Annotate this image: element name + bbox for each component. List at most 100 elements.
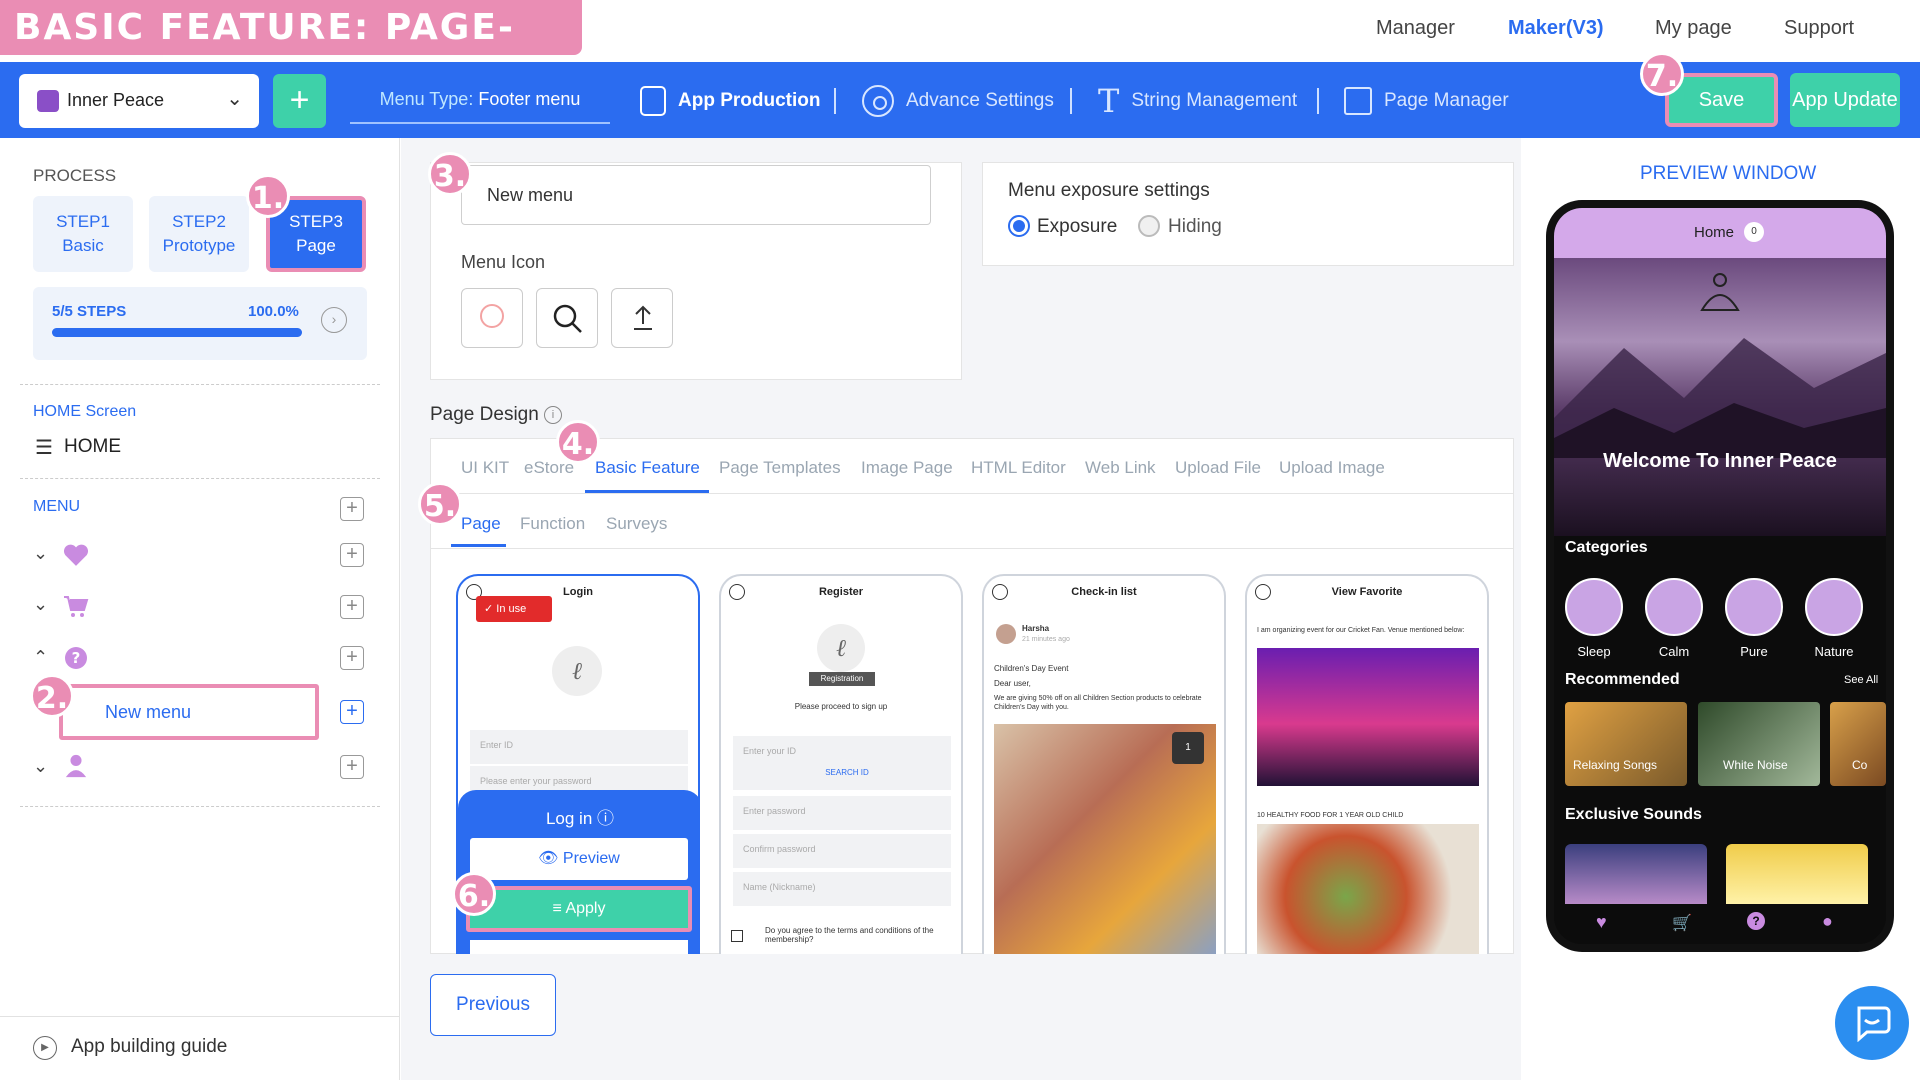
divider: [20, 806, 380, 807]
page-design-label: Page Design: [430, 404, 539, 425]
heart-sun-icon: [1725, 578, 1783, 636]
chat-icon: [1857, 1006, 1891, 1042]
info-icon[interactable]: i: [544, 406, 562, 424]
new-menu-label: New menu: [105, 702, 192, 722]
tab-ui-kit[interactable]: UI KIT: [461, 458, 509, 478]
app-production-tab[interactable]: App Production: [640, 84, 820, 118]
heart-icon[interactable]: ♥: [1596, 912, 1607, 933]
previous-button[interactable]: Previous: [430, 974, 556, 1036]
step-subtitle: Prototype: [162, 236, 236, 255]
add-app-button[interactable]: +: [273, 74, 326, 128]
tab-basic-feature[interactable]: Basic Feature: [595, 458, 700, 478]
tab-web-link[interactable]: Web Link: [1085, 458, 1156, 478]
exclusive-item[interactable]: [1726, 844, 1868, 904]
string-management-tab[interactable]: T String Management: [1098, 82, 1297, 120]
no-icon-option[interactable]: [461, 288, 523, 348]
tab-page-templates[interactable]: Page Templates: [719, 458, 841, 478]
app-building-guide[interactable]: App building guide: [71, 1036, 227, 1058]
register-name-field: Name (Nickname): [733, 872, 951, 906]
nav-support[interactable]: Support: [1784, 17, 1854, 40]
recommended-label: Recommended: [1565, 671, 1680, 688]
rec-item[interactable]: Co: [1830, 702, 1886, 786]
signature-logo: ℓ: [817, 624, 865, 672]
cart-icon[interactable]: 🛒: [1672, 913, 1692, 933]
apply-button[interactable]: ≡ Apply: [466, 886, 692, 932]
page-manager-tab[interactable]: Page Manager: [1344, 84, 1509, 118]
avatar: [996, 624, 1016, 644]
category-pure[interactable]: Pure: [1724, 578, 1784, 659]
app-select[interactable]: Inner Peace ⌄: [19, 74, 259, 128]
rec-item[interactable]: Relaxing Songs: [1565, 702, 1687, 786]
category-label: Calm: [1658, 644, 1690, 659]
menu-type-label: Menu Type:: [379, 89, 474, 109]
app-update-button[interactable]: App Update: [1790, 73, 1900, 127]
exclusive-item[interactable]: [1565, 844, 1707, 904]
add-menu-icon[interactable]: +: [340, 497, 364, 521]
rec-item[interactable]: White Noise: [1698, 702, 1820, 786]
user-icon[interactable]: ●: [1822, 911, 1833, 932]
step1-button[interactable]: STEP1 Basic: [33, 196, 133, 272]
subtab-function[interactable]: Function: [520, 514, 585, 534]
home-menu-item[interactable]: HOME: [64, 436, 121, 458]
template-checkin-card[interactable]: Check-in list Harsha 21 minutes ago Chil…: [982, 574, 1226, 954]
add-submenu-icon[interactable]: +: [340, 595, 364, 619]
category-nature[interactable]: Nature: [1804, 578, 1864, 659]
chevron-down-icon[interactable]: ⌄: [33, 543, 48, 564]
advance-settings-tab[interactable]: Advance Settings: [862, 84, 1054, 118]
chevron-down-icon: ⌄: [226, 88, 243, 110]
post-body: We are giving 50% off on all Children Se…: [994, 695, 1202, 711]
template-title: View Favorite: [1331, 586, 1403, 598]
add-submenu-icon[interactable]: +: [340, 755, 364, 779]
chevron-right-icon[interactable]: ›: [321, 307, 347, 333]
login-id-field: Enter ID: [470, 730, 688, 764]
help-icon[interactable]: ?: [1747, 912, 1765, 930]
chevron-down-icon[interactable]: ⌄: [33, 594, 48, 615]
signature-logo: ℓ: [552, 646, 602, 696]
tab-image-page[interactable]: Image Page: [861, 458, 953, 478]
chevron-down-icon[interactable]: ⌄: [33, 756, 48, 777]
template-register-card[interactable]: Register ℓ Registration Please proceed t…: [719, 574, 963, 954]
add-submenu-icon[interactable]: +: [340, 700, 364, 724]
tab-html-editor[interactable]: HTML Editor: [971, 458, 1066, 478]
template-title: Check-in list: [1071, 586, 1137, 598]
divider: [1317, 88, 1319, 114]
in-use-badge: ✓ In use: [476, 596, 552, 622]
category-sleep[interactable]: Sleep: [1564, 578, 1624, 659]
see-all-link[interactable]: See All: [1844, 674, 1878, 686]
subtab-page[interactable]: Page: [461, 514, 501, 534]
new-menu-item[interactable]: New menu: [59, 684, 319, 740]
mobile-icon: [640, 86, 666, 116]
step2-button[interactable]: STEP2 Prototype: [149, 196, 249, 272]
exposure-radio[interactable]: [1008, 215, 1030, 237]
gear-icon: [862, 85, 894, 117]
add-submenu-icon[interactable]: +: [340, 543, 364, 567]
template-favorite-card[interactable]: View Favorite I am organizing event for …: [1245, 574, 1489, 954]
step-subtitle: Page: [296, 236, 336, 255]
svg-text:?: ?: [72, 649, 81, 667]
step-marker-4: 4.: [556, 420, 600, 464]
nav-maker[interactable]: Maker(V3): [1508, 17, 1604, 40]
phone-screen: Home 0 Welcome To Inner Peace Categories…: [1554, 208, 1886, 944]
preview-button[interactable]: 👁 Preview: [470, 838, 688, 880]
rec-item-label: Co: [1852, 758, 1868, 772]
exposure-option-label: Exposure: [1037, 216, 1118, 237]
post-time: 21 minutes ago: [1022, 636, 1070, 643]
category-label: Sleep: [1577, 644, 1611, 659]
tab-upload-file[interactable]: Upload File: [1175, 458, 1261, 478]
add-submenu-icon[interactable]: +: [340, 646, 364, 670]
post-user: Harsha: [1022, 624, 1050, 633]
template-action-overlay: Log in ⓘ 👁 Preview ≡ Apply: [458, 790, 698, 954]
hiding-radio[interactable]: [1138, 215, 1160, 237]
tab-upload-image[interactable]: Upload Image: [1279, 458, 1385, 478]
chevron-up-icon[interactable]: ⌄: [33, 645, 48, 666]
category-calm[interactable]: Calm: [1644, 578, 1704, 659]
menu-type-selector[interactable]: Menu Type: Footer menu: [350, 74, 610, 124]
nav-mypage[interactable]: My page: [1655, 17, 1732, 40]
category-label: Nature: [1814, 644, 1854, 659]
subtab-surveys[interactable]: Surveys: [606, 514, 667, 534]
nav-manager[interactable]: Manager: [1376, 17, 1455, 40]
search-icon-option[interactable]: [536, 288, 598, 348]
chat-button[interactable]: [1835, 986, 1909, 1060]
upload-icon-option[interactable]: [611, 288, 673, 348]
menu-name-input[interactable]: New menu: [461, 165, 931, 225]
